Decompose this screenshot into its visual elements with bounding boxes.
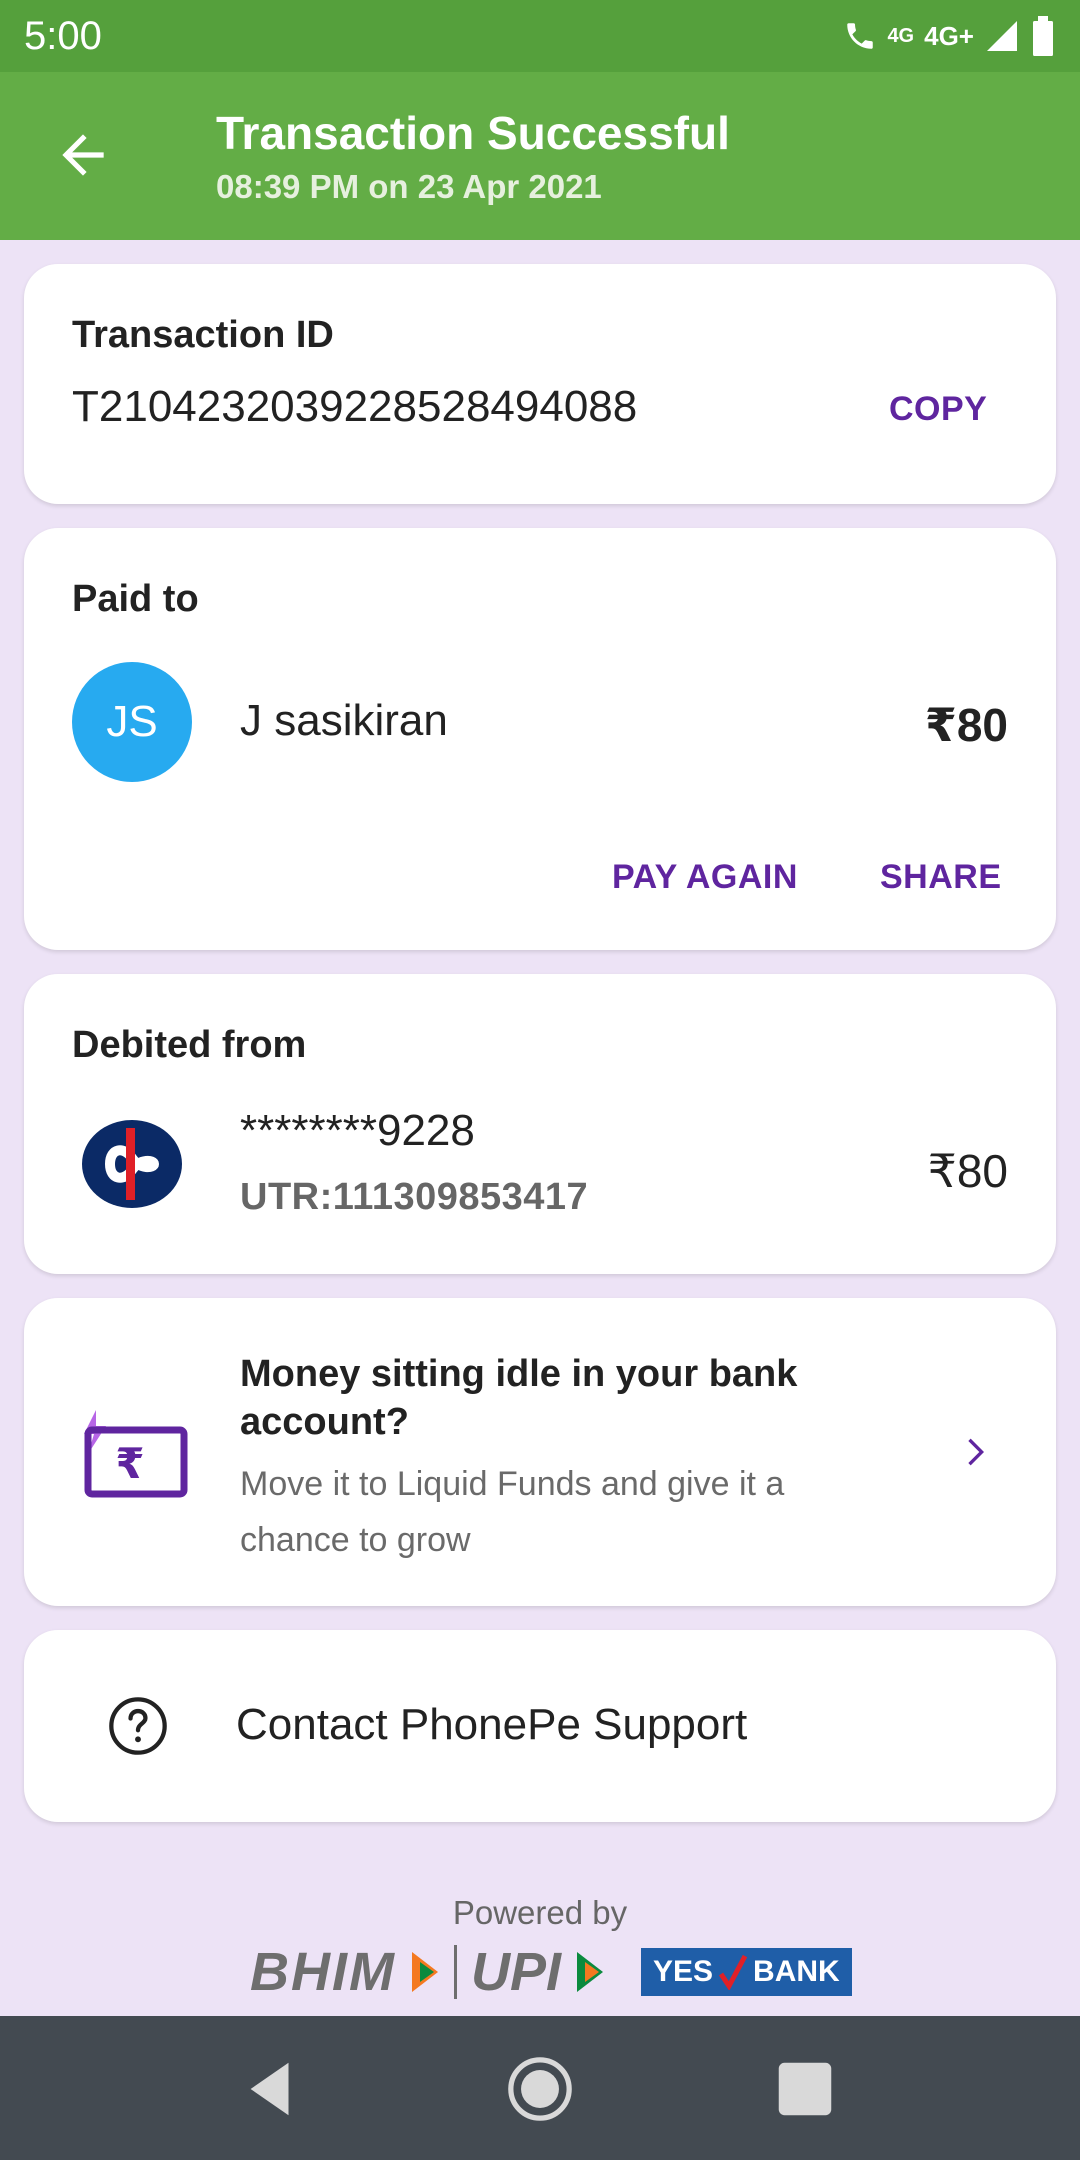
app-bar: Transaction Successful 08:39 PM on 23 Ap… [0, 72, 1080, 240]
upi-logo: UPI [470, 1942, 562, 2002]
nav-home-icon[interactable] [505, 2054, 575, 2124]
yes-bank-logo: YES BANK [641, 1948, 852, 1996]
yes-bank-logo-bank: BANK [753, 1955, 840, 1988]
contact-support-card[interactable]: Contact PhonePe Support [24, 1630, 1056, 1822]
utr-number: UTR:111309853417 [240, 1176, 589, 1218]
powered-by-label: Powered by [452, 1894, 628, 1931]
transaction-id-value: T2104232039228528494088 [72, 382, 638, 431]
kotak-bank-logo [82, 1120, 182, 1208]
bhim-logo: BHIM [250, 1942, 396, 2002]
system-nav-bar [0, 2016, 1080, 2160]
upi-arrow-icon [577, 1952, 604, 1992]
battery-icon [1033, 16, 1053, 56]
yes-bank-logo-yes: YES [653, 1955, 714, 1988]
yes-bank-tick-icon [719, 1954, 748, 1990]
rupee-wallet-icon: ₹ [84, 1410, 188, 1498]
network-type: 4G+ [924, 20, 974, 51]
pay-again-button[interactable]: PAY AGAIN [612, 858, 798, 897]
chevron-right-icon[interactable] [954, 1432, 994, 1472]
bhim-arrow-icon [411, 1952, 438, 1992]
contact-support-label: Contact PhonePe Support [236, 1700, 748, 1749]
page-title: Transaction Successful [216, 107, 730, 159]
status-icons: 4G 4G+ [843, 16, 1056, 56]
status-time: 5:00 [24, 13, 102, 58]
status-bar: 5:00 4G 4G+ [0, 0, 1080, 72]
promo-title: Money sitting idle in your bank account? [240, 1353, 798, 1443]
signal-icon [987, 21, 1017, 51]
account-number: ********9228 [240, 1106, 475, 1155]
transaction-timestamp: 08:39 PM on 23 Apr 2021 [216, 168, 602, 205]
transaction-id-label: Transaction ID [72, 314, 334, 356]
liquid-funds-promo-card[interactable]: ₹ Money sitting idle in your bank accoun… [24, 1298, 1056, 1606]
debited-from-label: Debited from [72, 1024, 307, 1066]
nav-back-icon[interactable] [236, 2054, 306, 2124]
payee-name: J sasikiran [240, 696, 448, 745]
payment-partner-logos: BHIM UPI YES BANK [250, 1940, 852, 2004]
debited-from-card: Debited from ********9228 UTR:1113098534… [24, 974, 1056, 1274]
wifi-calling-icon [847, 23, 874, 49]
paid-to-card: Paid to JS J sasikiran ₹80 PAY AGAIN SHA… [24, 528, 1056, 950]
copy-button[interactable]: COPY [889, 390, 987, 429]
promo-subtitle: Move it to Liquid Funds and give it a ch… [240, 1465, 785, 1559]
avatar: JS [72, 662, 192, 782]
logo-separator [453, 1945, 457, 1999]
network-type-small: 4G [887, 24, 915, 47]
transaction-id-card: Transaction ID T2104232039228528494088 C… [24, 264, 1056, 504]
nav-recents-icon[interactable] [770, 2054, 840, 2124]
help-circle-icon [109, 1697, 167, 1755]
paid-to-label: Paid to [72, 578, 199, 620]
share-button[interactable]: SHARE [880, 858, 1002, 897]
paid-amount: ₹80 [924, 699, 1008, 751]
arrow-left-icon[interactable] [52, 124, 114, 186]
svg-text:₹: ₹ [115, 1439, 144, 1488]
debited-amount: ₹80 [927, 1145, 1008, 1197]
